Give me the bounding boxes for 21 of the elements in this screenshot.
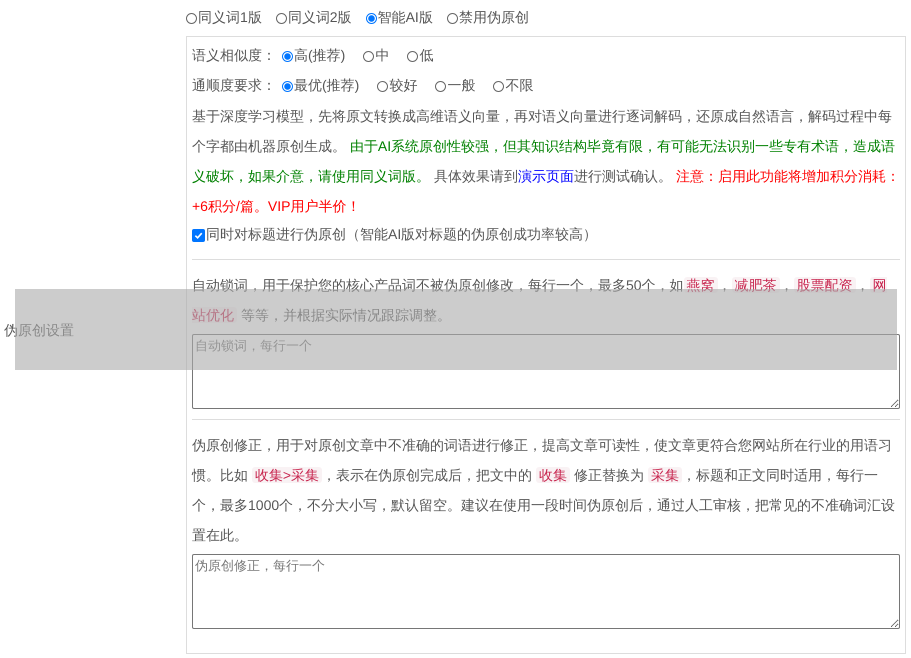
radio-option[interactable]: 禁用伪原创 (446, 9, 529, 27)
description-text: 基于深度学习模型，先将原文转换成高维语义向量，再对语义向量进行逐词解码，还原成自然语言，解码过程中每个字都由机器原创生成。 由于AI系统原创性较强，但其知识结构毕竟有限，有可能无法识别一些专有术语，造成语义破坏，如果介意，请使用同义词版。 具体效果请到演示页面进行测试确认。 注意：启用此功能将增加积分消耗：+6积分/篇。VIP用户半价！ (192, 107, 900, 216)
description-text: 自动锁词，用于保护您的核心产品词不被伪原创修改，每行一个，最多50个，如 燕窝 ， 减肥茶 ， 股票配资 ， 网站优化 等等，并根据实际情况跟踪调整。 (192, 276, 888, 325)
radio-option[interactable]: 低 (407, 47, 434, 65)
description-text: 伪原创修正，用于对原创文章中不准确的词语进行修正，提高文章可读性，使文章更符合您网站所在行业的用语习惯。比如 收集>采集 ，表示在伪原创完成后，把文中的 收集 修正替换为 采集 ，标题和正文同时适用，每行一个，最多1000个，不分大小写，默认留空。建议在使用一段时间伪原创后，通过人工审核，把常见的不准确词汇设置在此。 (192, 436, 896, 545)
radio-option[interactable]: 高(推荐) (282, 47, 346, 65)
title-checkbox[interactable]: 同时对标题进行伪原创（智能AI版对标题的伪原创成功率较高） (192, 221, 900, 249)
radio-option[interactable]: 中 (363, 47, 390, 65)
row-label: 伪原创设置 (3, 321, 75, 340)
demo-page-link[interactable]: 演示页面 (518, 168, 574, 184)
radio-option[interactable]: 最优(推荐) (282, 77, 360, 95)
radio-option[interactable]: 一般 (435, 77, 476, 95)
radio-option[interactable]: 不限 (493, 77, 534, 95)
radio-option[interactable]: 较好 (377, 77, 418, 95)
check-icon (194, 230, 203, 240)
radio-option[interactable]: 智能AI版 (366, 9, 433, 27)
setting-label: 通顺度要求： (192, 77, 276, 95)
setting-label: 语义相似度： (192, 47, 276, 65)
correction-field[interactable]: 伪原创修正，每行一个 (192, 554, 900, 629)
radio-option[interactable]: 同义词1版 (186, 9, 262, 27)
radio-option[interactable]: 同义词2版 (276, 9, 352, 27)
